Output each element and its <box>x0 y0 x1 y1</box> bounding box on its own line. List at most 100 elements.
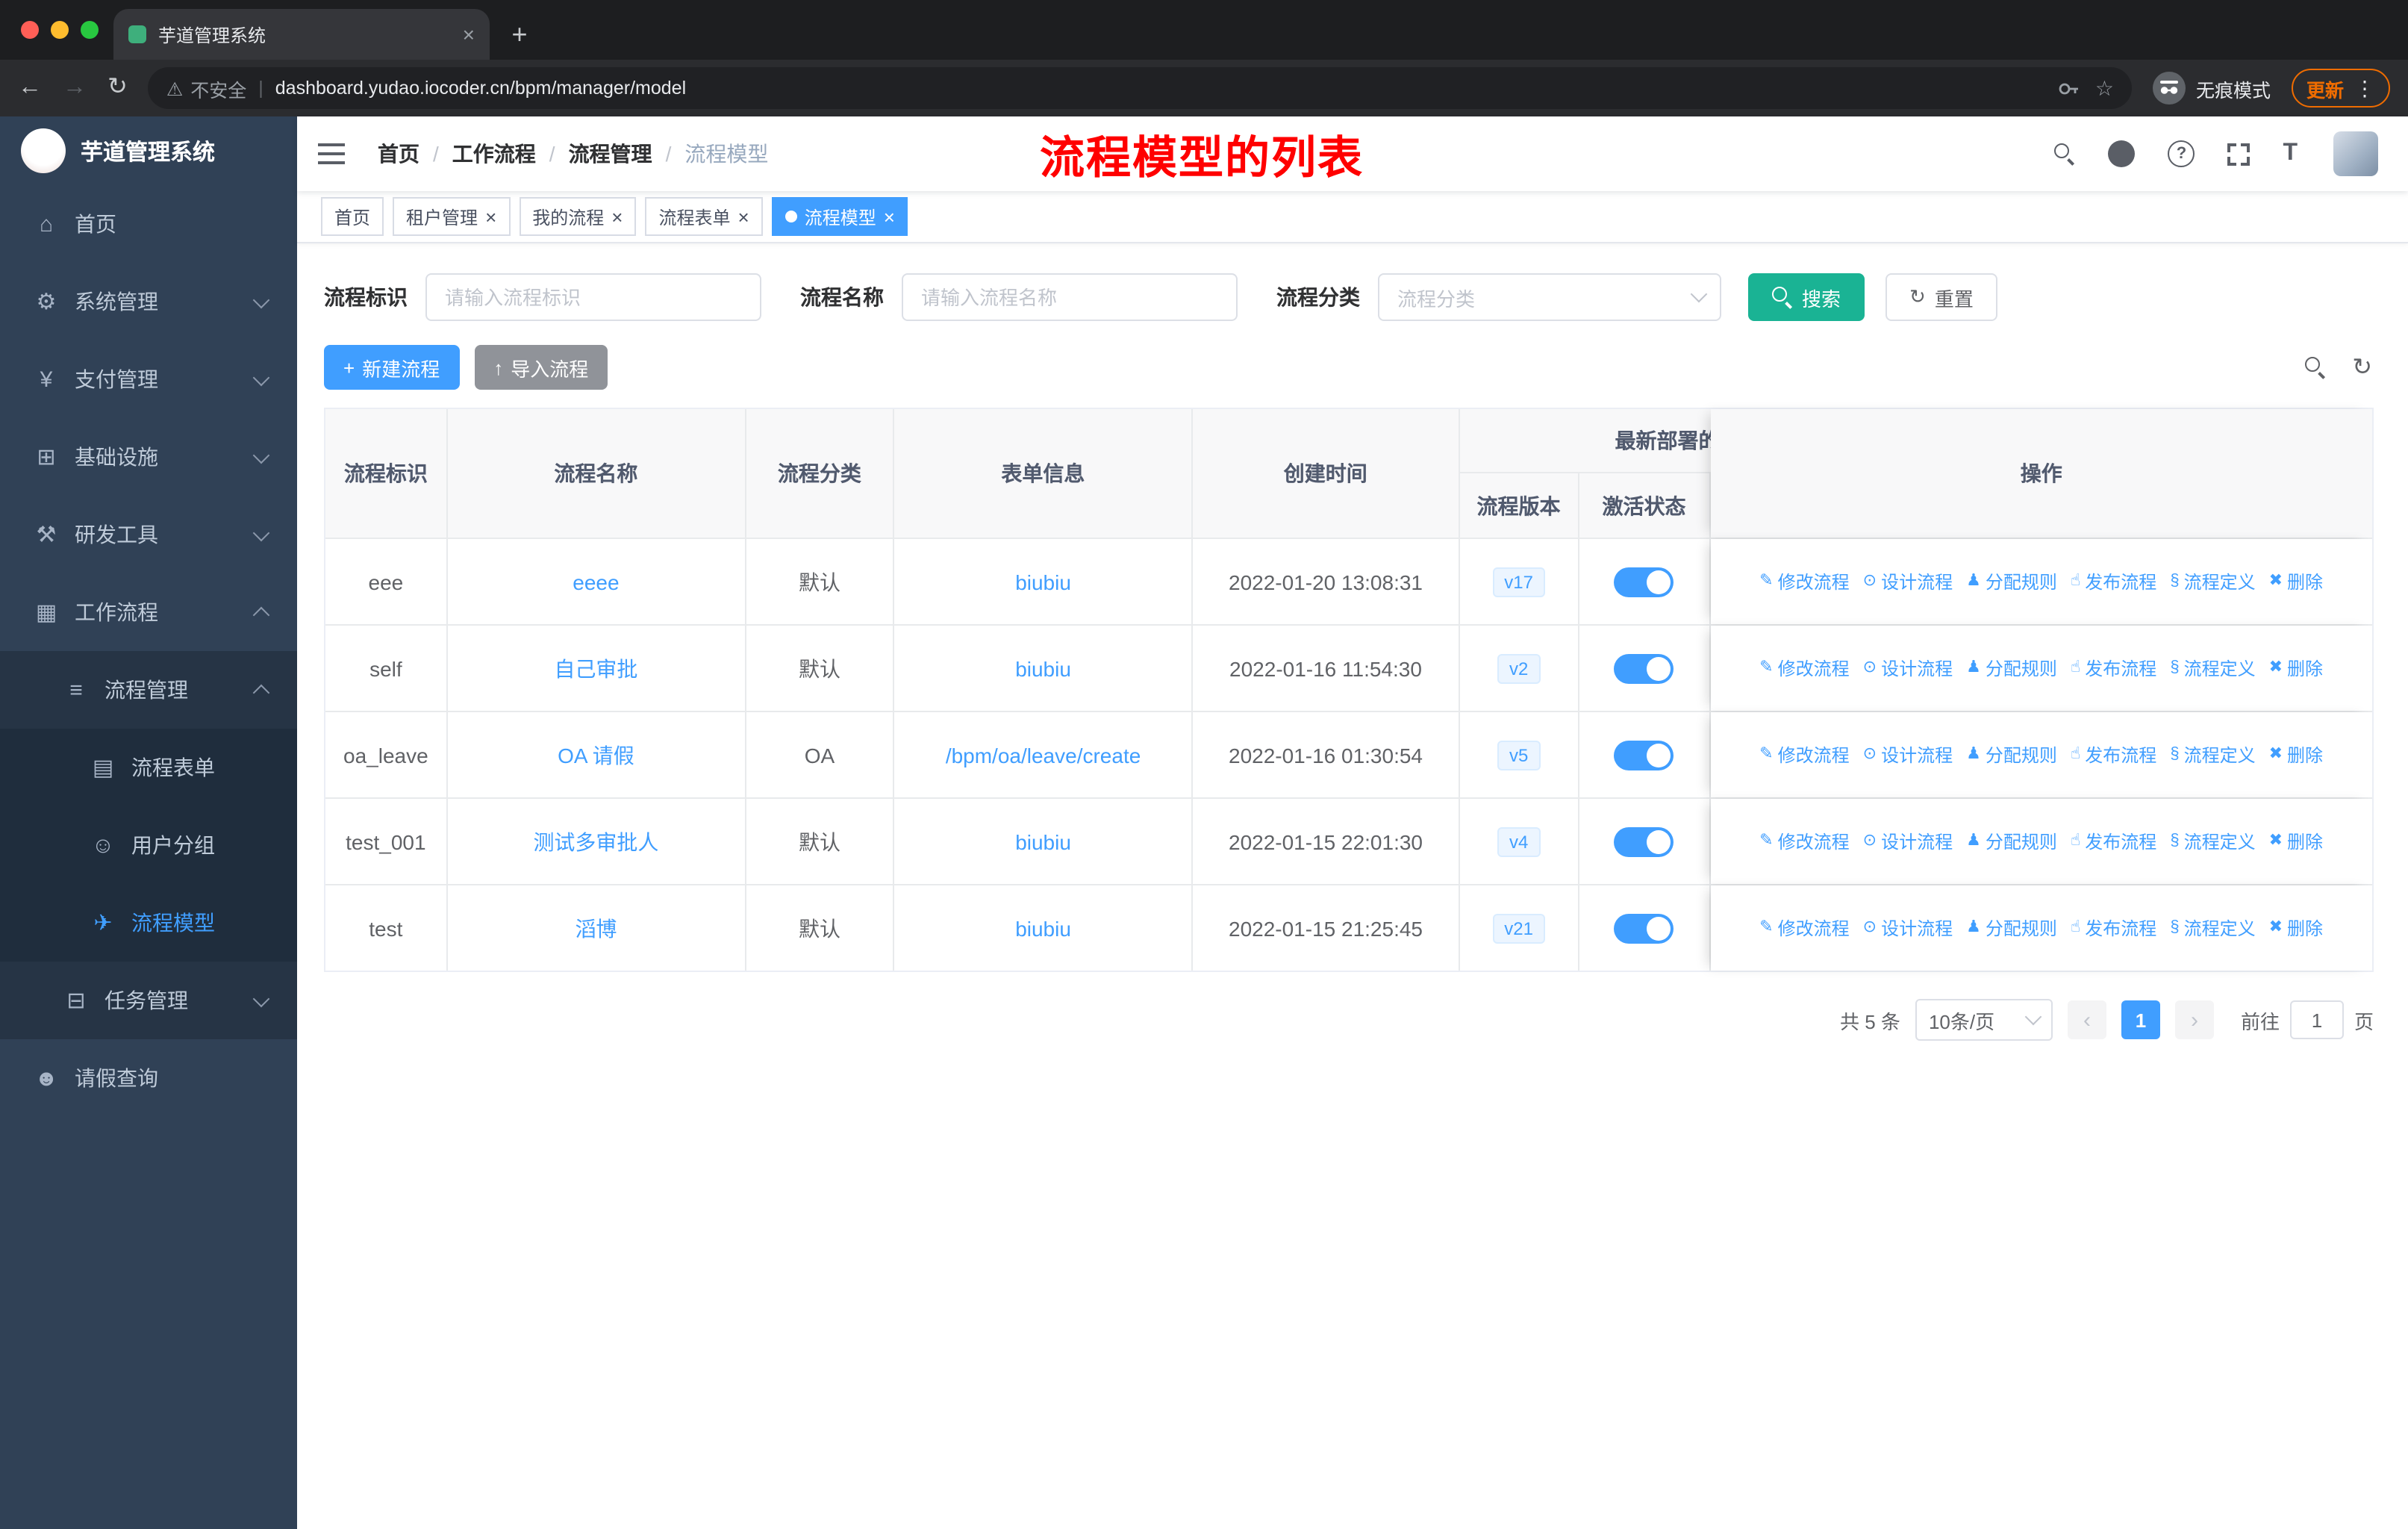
update-button[interactable]: 更新 ⋮ <box>2291 69 2390 108</box>
next-page-button[interactable]: › <box>2174 1000 2214 1039</box>
form-info-link[interactable]: /bpm/oa/leave/create <box>946 743 1141 767</box>
op-delete-button[interactable]: ✖ 删除 <box>2269 569 2323 594</box>
op-design-button[interactable]: ⊙ 设计流程 <box>1863 742 1953 767</box>
op-delete-button[interactable]: ✖ 删除 <box>2269 742 2323 767</box>
sidebar-item[interactable]: ☺ 用户分组 <box>0 806 297 884</box>
op-publish-button[interactable]: ☝ 发布流程 <box>2071 569 2156 594</box>
op-publish-button[interactable]: ☝ 发布流程 <box>2071 915 2156 941</box>
font-size-icon[interactable]: T <box>2283 140 2298 167</box>
back-icon[interactable]: ← <box>18 75 42 100</box>
forward-icon[interactable]: → <box>63 75 87 100</box>
op-edit-button[interactable]: ✎ 修改流程 <box>1759 742 1849 767</box>
active-toggle[interactable] <box>1614 826 1674 856</box>
tab-close-icon[interactable]: × <box>463 22 475 46</box>
op-assign-button[interactable]: ♟ 分配规则 <box>1966 569 2057 594</box>
sidebar-item[interactable]: ⊞ 基础设施 <box>0 418 297 496</box>
browser-menu-icon[interactable]: ⋮ <box>2354 75 2375 101</box>
minimize-window-button[interactable] <box>51 21 69 39</box>
user-avatar[interactable] <box>2333 131 2378 176</box>
search-button[interactable]: 搜索 <box>1748 273 1865 321</box>
op-edit-button[interactable]: ✎ 修改流程 <box>1759 569 1849 594</box>
form-info-link[interactable]: biubiu <box>1015 916 1071 940</box>
op-design-button[interactable]: ⊙ 设计流程 <box>1863 655 1953 681</box>
op-definition-button[interactable]: § 流程定义 <box>2170 569 2255 594</box>
op-assign-button[interactable]: ♟ 分配规则 <box>1966 742 2057 767</box>
op-assign-button[interactable]: ♟ 分配规则 <box>1966 655 2057 681</box>
page-1-button[interactable]: 1 <box>2121 1000 2160 1039</box>
search-icon[interactable] <box>2054 143 2075 164</box>
filter-name-input[interactable] <box>902 273 1238 321</box>
op-design-button[interactable]: ⊙ 设计流程 <box>1863 915 1953 941</box>
process-name-link[interactable]: eeee <box>573 570 619 594</box>
form-info-link[interactable]: biubiu <box>1015 829 1071 853</box>
process-name-link[interactable]: OA 请假 <box>558 740 634 770</box>
github-icon[interactable] <box>2108 140 2136 167</box>
tag-close-icon[interactable]: × <box>738 207 749 226</box>
op-design-button[interactable]: ⊙ 设计流程 <box>1863 829 1953 854</box>
op-definition-button[interactable]: § 流程定义 <box>2170 915 2255 941</box>
form-info-link[interactable]: biubiu <box>1015 656 1071 680</box>
sidebar-item[interactable]: ▤ 流程表单 <box>0 729 297 806</box>
op-definition-button[interactable]: § 流程定义 <box>2170 742 2255 767</box>
sidebar-item[interactable]: ¥ 支付管理 <box>0 340 297 418</box>
op-definition-button[interactable]: § 流程定义 <box>2170 655 2255 681</box>
sidebar-item[interactable]: ☻ 请假查询 <box>0 1039 297 1117</box>
active-toggle[interactable] <box>1614 653 1674 683</box>
toggle-search-icon[interactable] <box>2304 357 2325 378</box>
tag-view-item[interactable]: 租户管理 × <box>393 197 511 236</box>
sidebar-item[interactable]: ⚒ 研发工具 <box>0 496 297 573</box>
reset-button[interactable]: ↻ 重置 <box>1885 273 1997 321</box>
tag-view-item[interactable]: 我的流程 × <box>519 197 637 236</box>
process-name-link[interactable]: 滔博 <box>575 913 617 943</box>
prev-page-button[interactable]: ‹ <box>2067 1000 2106 1039</box>
key-icon[interactable] <box>2058 77 2080 99</box>
active-toggle[interactable] <box>1614 567 1674 597</box>
process-name-link[interactable]: 自己审批 <box>554 653 637 683</box>
page-size-select[interactable]: 10条/页 <box>1915 999 2053 1041</box>
sidebar-item[interactable]: ⚙ 系统管理 <box>0 263 297 340</box>
op-edit-button[interactable]: ✎ 修改流程 <box>1759 829 1849 854</box>
op-publish-button[interactable]: ☝ 发布流程 <box>2071 655 2156 681</box>
op-edit-button[interactable]: ✎ 修改流程 <box>1759 655 1849 681</box>
zoom-window-button[interactable] <box>81 21 99 39</box>
breadcrumb-item[interactable]: 首页 <box>378 139 419 169</box>
tag-view-item[interactable]: 流程表单 × <box>645 197 763 236</box>
sidebar-item[interactable]: ✈ 流程模型 <box>0 884 297 962</box>
sidebar-item[interactable]: ⌂ 首页 <box>0 185 297 263</box>
create-model-button[interactable]: + 新建流程 <box>324 345 460 390</box>
op-design-button[interactable]: ⊙ 设计流程 <box>1863 569 1953 594</box>
sidebar-item[interactable]: ▦ 工作流程 <box>0 573 297 651</box>
tag-view-item[interactable]: 首页 <box>321 197 384 236</box>
process-name-link[interactable]: 测试多审批人 <box>533 826 658 856</box>
help-icon[interactable]: ? <box>2168 140 2195 167</box>
goto-page-input[interactable] <box>2289 1000 2344 1039</box>
new-tab-button[interactable]: + <box>499 13 540 55</box>
fullscreen-icon[interactable] <box>2227 143 2251 165</box>
op-assign-button[interactable]: ♟ 分配规则 <box>1966 915 2057 941</box>
tag-view-item[interactable]: 流程模型 × <box>771 197 908 236</box>
breadcrumb-item[interactable]: 工作流程 <box>452 139 536 169</box>
sidebar-item[interactable]: ≡ 流程管理 <box>0 651 297 729</box>
reload-icon[interactable]: ↻ <box>107 75 128 100</box>
sidebar-toggle-icon[interactable] <box>318 143 345 164</box>
form-info-link[interactable]: biubiu <box>1015 570 1071 594</box>
bookmark-star-icon[interactable]: ☆ <box>2095 75 2114 101</box>
refresh-table-icon[interactable]: ↻ <box>2352 352 2372 382</box>
import-model-button[interactable]: ↑ 导入流程 <box>474 345 608 390</box>
filter-category-select[interactable]: 流程分类 <box>1378 273 1721 321</box>
op-publish-button[interactable]: ☝ 发布流程 <box>2071 829 2156 854</box>
tag-close-icon[interactable]: × <box>611 207 623 226</box>
address-bar[interactable]: ⚠ 不安全 | dashboard.yudao.iocoder.cn/bpm/m… <box>148 67 2132 109</box>
breadcrumb-item[interactable]: 流程管理 <box>569 139 652 169</box>
op-delete-button[interactable]: ✖ 删除 <box>2269 829 2323 854</box>
browser-tab[interactable]: 芋道管理系统 × <box>113 9 490 60</box>
tag-close-icon[interactable]: × <box>485 207 496 226</box>
tag-close-icon[interactable]: × <box>884 207 895 226</box>
close-window-button[interactable] <box>21 21 39 39</box>
active-toggle[interactable] <box>1614 740 1674 770</box>
sidebar-item[interactable]: ⊟ 任务管理 <box>0 962 297 1039</box>
op-definition-button[interactable]: § 流程定义 <box>2170 829 2255 854</box>
op-delete-button[interactable]: ✖ 删除 <box>2269 915 2323 941</box>
op-assign-button[interactable]: ♟ 分配规则 <box>1966 829 2057 854</box>
filter-key-input[interactable] <box>425 273 761 321</box>
